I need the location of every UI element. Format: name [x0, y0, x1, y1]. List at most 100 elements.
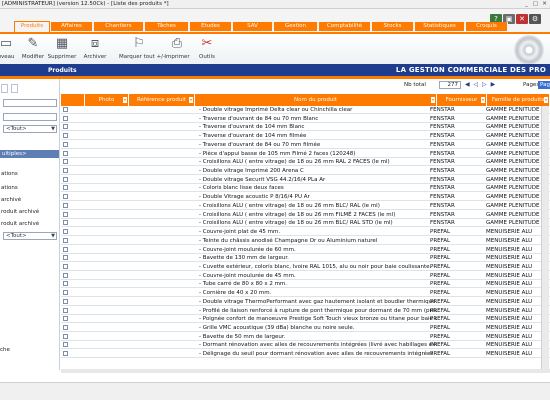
tab-gestion[interactable]: Gestion: [274, 22, 318, 31]
sort-icon[interactable]: ▾: [481, 97, 485, 103]
row-checkbox[interactable]: [63, 237, 68, 243]
row-checkbox[interactable]: [63, 168, 68, 174]
table-row[interactable]: - Double vitrage Imprimé 200 Arena C FENS…: [61, 167, 550, 176]
row-checkbox[interactable]: [63, 176, 68, 182]
row-checkbox[interactable]: [63, 290, 68, 296]
filter-multiple-bar[interactable]: ultiples>: [0, 150, 59, 158]
row-checkbox[interactable]: [63, 272, 68, 278]
tab-affaires[interactable]: Affaires: [51, 22, 93, 31]
tab-chantiers[interactable]: Chantiers: [94, 22, 144, 31]
row-checkbox[interactable]: [63, 229, 68, 235]
row-checkbox[interactable]: [63, 281, 68, 287]
sort-icon[interactable]: ▾: [123, 97, 127, 103]
table-row[interactable]: - Couvre-joint moulurée de 60 mm. PREFAL M…: [61, 246, 550, 254]
vertical-scrollbar[interactable]: [541, 106, 549, 369]
row-checkbox[interactable]: [63, 255, 68, 261]
tab-stocks[interactable]: Stocks: [372, 22, 414, 31]
table-row[interactable]: - Double vitrage Imprimé Delta clear ou …: [61, 106, 550, 114]
filter-link[interactable]: ations: [1, 185, 18, 191]
maximize-icon[interactable]: □: [531, 1, 540, 8]
table-row[interactable]: - Croisillons ALU ( entre vitrage) de 18…: [61, 202, 550, 210]
table-row[interactable]: - Traverse d'ouvrant de 84 ou 70 mm Blan…: [61, 115, 550, 123]
table-row[interactable]: - Dormant rénovation avec ailes de recou…: [61, 341, 550, 350]
table-row[interactable]: - Croisillons ALU ( entre vitrage) de 18…: [61, 219, 550, 228]
filter-link[interactable]: archivé: [1, 197, 21, 203]
row-checkbox[interactable]: [63, 107, 68, 112]
row-checkbox[interactable]: [63, 115, 68, 121]
tab-sav[interactable]: SAV: [233, 22, 273, 31]
page-select[interactable]: Page 1: [538, 81, 550, 89]
table-row[interactable]: - Couvre-joint plat de 45 mm. PREFAL MENUI…: [61, 228, 550, 237]
row-checkbox[interactable]: [63, 263, 68, 269]
row-checkbox[interactable]: [63, 150, 68, 156]
table-row[interactable]: - Pièce d'appui basse de 105 mm Filmé 2 …: [61, 150, 550, 158]
table-row[interactable]: - Double vitrage Securit VSG 44.2/16/4 P…: [61, 176, 550, 184]
table-row[interactable]: - Double Vitrage acoustic P 8/16/4 PU Ar…: [61, 193, 550, 202]
row-checkbox[interactable]: [63, 202, 68, 208]
tab-produits[interactable]: Produits: [14, 21, 50, 32]
table-row[interactable]: - Grille VMC acoustique (39 dBa) blanche…: [61, 324, 550, 332]
sort-icon[interactable]: ▾: [544, 97, 548, 103]
row-checkbox[interactable]: [63, 246, 68, 252]
filter-select-1[interactable]: <Tout> ▼: [3, 125, 57, 133]
tab-croquis[interactable]: Croquis: [466, 22, 508, 31]
filter-field-1[interactable]: [3, 99, 57, 107]
filter-field-2[interactable]: [3, 113, 57, 121]
page-arrows[interactable]: ◀ ◁ ▷ ▶: [465, 81, 496, 88]
table-row[interactable]: - Teinte du châssis anodisé Champagne Or…: [61, 237, 550, 245]
close-icon[interactable]: ✕: [540, 1, 549, 8]
row-checkbox[interactable]: [63, 342, 68, 348]
mark-all-button[interactable]: ⚐ Marquer tout +/-: [119, 36, 165, 64]
row-checkbox[interactable]: [63, 159, 68, 165]
row-checkbox[interactable]: [63, 298, 68, 304]
sort-icon[interactable]: ▾: [189, 97, 193, 103]
filter-link[interactable]: roduit archivé: [1, 209, 39, 215]
table-row[interactable]: - Double vitrage ThermoPerformant avec g…: [61, 298, 550, 306]
row-checkbox[interactable]: [63, 220, 68, 226]
row-checkbox[interactable]: [63, 133, 68, 139]
tab-comptabilite[interactable]: Comptabilité: [319, 22, 371, 31]
delete-button[interactable]: ▦ Supprimer: [46, 36, 78, 64]
table-row[interactable]: - Bavette de 50 mm de largeur. PREFAL MENU…: [61, 333, 550, 341]
table-row[interactable]: - Traverse d'ouvrant de 84 ou 70 mm film…: [61, 141, 550, 149]
table-row[interactable]: - Délignage du seuil pour dormant rénova…: [61, 350, 550, 359]
column-header-family[interactable]: Famille de produits ▾: [487, 94, 550, 106]
horizontal-scrollbar[interactable]: [61, 369, 550, 373]
tab-taches[interactable]: Tâches: [145, 22, 189, 31]
print-button[interactable]: ⎙ Imprimer: [161, 36, 193, 64]
minimize-icon[interactable]: _: [522, 1, 531, 8]
row-checkbox[interactable]: [63, 124, 68, 130]
filter-link[interactable]: ations: [1, 171, 18, 177]
row-checkbox[interactable]: [63, 141, 68, 147]
archive-button[interactable]: ⧈ Archiver: [79, 36, 111, 64]
table-row[interactable]: - Poignée confort de manoeuvre Prestige …: [61, 315, 550, 324]
settings-icon[interactable]: ⚙: [529, 14, 541, 24]
table-row[interactable]: - Croisillons ALU ( entre vitrage) de 18…: [61, 158, 550, 167]
row-checkbox[interactable]: [63, 316, 68, 322]
column-header-photo[interactable]: Photo ▾: [85, 94, 129, 106]
modify-button[interactable]: ✎ Modifier: [17, 36, 49, 64]
table-row[interactable]: - Profilé de liaison renforcé à rupture …: [61, 307, 550, 315]
sort-icon[interactable]: ▾: [431, 97, 435, 103]
tab-statistiques[interactable]: Statistiques: [415, 22, 465, 31]
table-row[interactable]: - Croisillons ALU ( entre vitrage) de 18…: [61, 211, 550, 219]
filter-link[interactable]: roduit archivé: [1, 221, 39, 227]
table-row[interactable]: - Bavette de 130 mm de largeur. PREFAL MEN…: [61, 254, 550, 263]
row-checkbox[interactable]: [63, 194, 68, 200]
row-checkbox[interactable]: [63, 185, 68, 191]
filter-select-2[interactable]: <Tout> ▼: [3, 232, 57, 240]
table-row[interactable]: - Couvre-joint moulurée de 45 mm. PREFAL M…: [61, 272, 550, 280]
row-checkbox[interactable]: [63, 351, 68, 357]
select-column-header[interactable]: [61, 94, 85, 106]
column-header-supplier[interactable]: Fournisseur ▾: [437, 94, 487, 106]
row-checkbox[interactable]: [63, 307, 68, 313]
table-row[interactable]: - Traverse d'ouvrant de 104 mm filmée FEN…: [61, 132, 550, 141]
document-icon[interactable]: [11, 84, 18, 93]
column-header-reference[interactable]: Référence produit ▾: [129, 94, 195, 106]
row-checkbox[interactable]: [63, 325, 68, 330]
column-header-name[interactable]: Nom du produit ▾: [195, 94, 437, 106]
table-row[interactable]: - Coloris blanc lisse deux faces FENSTAR G…: [61, 184, 550, 193]
table-row[interactable]: - Cornière de 40 x 20 mm. PREFAL MENUISERI…: [61, 289, 550, 298]
exit-icon[interactable]: ✕: [516, 14, 528, 24]
tab-etudes[interactable]: Etudes: [190, 22, 232, 31]
